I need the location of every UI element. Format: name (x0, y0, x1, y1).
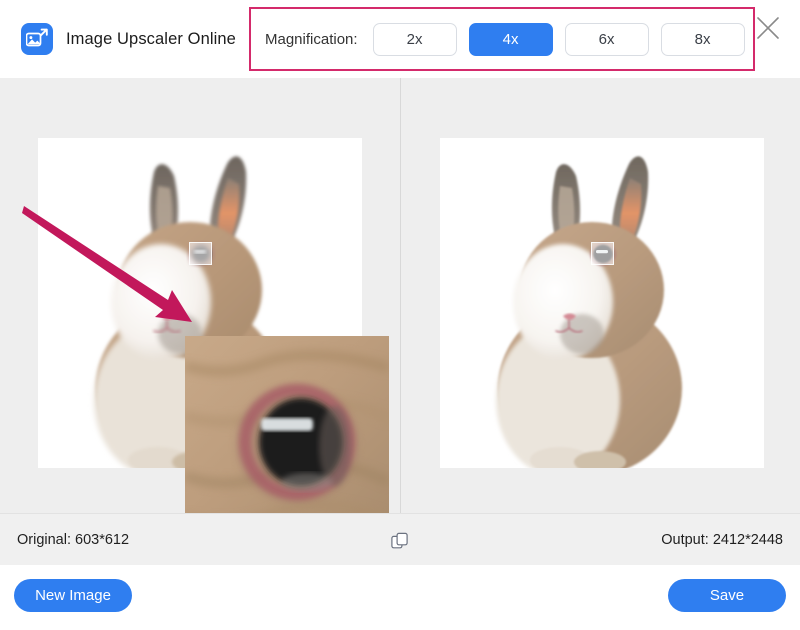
magnification-label: Magnification: (265, 30, 358, 48)
magnifier-selection[interactable] (591, 242, 614, 265)
magnification-option-6x[interactable]: 6x (564, 22, 649, 56)
pane-divider (400, 78, 401, 513)
output-size-label: Output: 2412*2448 (661, 531, 783, 548)
magnification-option-2x[interactable]: 2x (372, 22, 457, 56)
rabbit-image-upscaled (496, 156, 682, 468)
image-upscale-icon (21, 23, 53, 55)
original-size-label: Original: 603*612 (17, 531, 130, 548)
image-info-bar: Original: 603*612 Output: 2412*2448 (0, 513, 800, 565)
magnification-option-8x[interactable]: 8x (660, 22, 745, 56)
original-zoom-inset (185, 336, 389, 513)
upscaled-photo-canvas (440, 138, 764, 468)
app-footer: New Image Save (0, 565, 800, 630)
magnification-option-4x[interactable]: 4x (468, 22, 553, 56)
app-title: Image Upscaler Online (66, 29, 236, 48)
close-icon[interactable] (750, 10, 786, 46)
app-header: Image Upscaler Online Magnification: 2x … (0, 0, 800, 78)
magnifier-selection[interactable] (189, 242, 212, 265)
save-button[interactable]: Save (668, 579, 786, 612)
magnification-panel: Magnification: 2x 4x 6x 8x (249, 7, 755, 71)
magnification-options: 2x 4x 6x 8x (372, 22, 745, 56)
copy-compare-icon[interactable] (389, 530, 411, 552)
upscaled-preview[interactable] (400, 78, 800, 513)
original-preview[interactable] (0, 78, 400, 513)
new-image-button[interactable]: New Image (14, 579, 132, 612)
brand: Image Upscaler Online (21, 23, 236, 55)
